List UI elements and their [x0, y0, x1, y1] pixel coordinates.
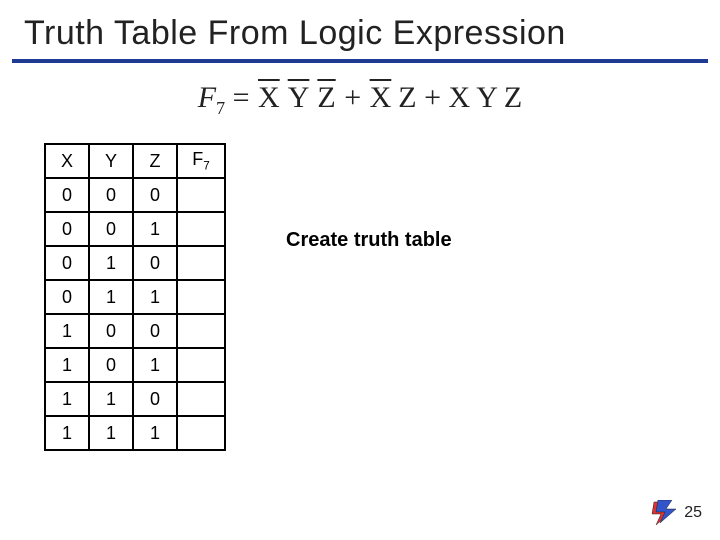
cell: 0 [89, 314, 133, 348]
table-row: 1 1 1 [45, 416, 225, 450]
page-footer: 25 [650, 500, 702, 526]
cell: 1 [45, 416, 89, 450]
eq-t1-zbar: Z [316, 81, 336, 114]
cell: 1 [45, 314, 89, 348]
truth-table: X Y Z F7 0 0 0 0 0 1 [44, 143, 226, 451]
cell: 1 [133, 348, 177, 382]
eq-lhs-sub: 7 [216, 98, 225, 118]
cell: 0 [45, 246, 89, 280]
eq-t2-z: Z [398, 81, 416, 114]
cell: 0 [45, 178, 89, 212]
table-row: 0 1 0 [45, 246, 225, 280]
col-header-f7: F7 [177, 144, 225, 178]
eq-t3-y: Y [476, 81, 498, 114]
col-header-f7-sub: 7 [203, 160, 210, 173]
table-row: 0 0 1 [45, 212, 225, 246]
eq-term-2: XZ [369, 81, 417, 115]
eq-plus-2: + [424, 81, 448, 114]
table-row: 1 0 0 [45, 314, 225, 348]
eq-t3-x: X [449, 81, 471, 114]
cell: 1 [133, 280, 177, 314]
cell: 1 [89, 416, 133, 450]
col-header-y: Y [89, 144, 133, 178]
cell [177, 280, 225, 314]
table-row: 1 0 1 [45, 348, 225, 382]
cell [177, 178, 225, 212]
cell: 0 [89, 348, 133, 382]
equation: F7 = XYZ + XZ + XYZ [24, 81, 696, 119]
cell [177, 212, 225, 246]
slide: Truth Table From Logic Expression F7 = X… [0, 0, 720, 540]
page-title: Truth Table From Logic Expression [24, 14, 696, 53]
cell: 0 [89, 212, 133, 246]
table-row: 1 1 0 [45, 382, 225, 416]
page-number: 25 [684, 504, 702, 522]
cell: 0 [133, 382, 177, 416]
table-row: 0 1 1 [45, 280, 225, 314]
table-row: 0 0 0 [45, 178, 225, 212]
eq-term-3: XYZ [449, 81, 523, 115]
cell: 0 [133, 178, 177, 212]
eq-plus-1: + [344, 81, 368, 114]
cell [177, 382, 225, 416]
equation-text: F7 = XYZ + XZ + XYZ [198, 81, 522, 119]
cell: 0 [45, 212, 89, 246]
cell: 1 [89, 382, 133, 416]
cell: 0 [89, 178, 133, 212]
cell: 1 [133, 212, 177, 246]
cell [177, 314, 225, 348]
cell [177, 348, 225, 382]
instruction-text: Create truth table [286, 229, 452, 252]
eq-term-1: XYZ [257, 81, 337, 115]
table-header-row: X Y Z F7 [45, 144, 225, 178]
cell: 1 [133, 416, 177, 450]
col-header-z: Z [133, 144, 177, 178]
cell: 1 [45, 348, 89, 382]
cell: 1 [89, 280, 133, 314]
eq-t1-ybar: Y [287, 81, 311, 114]
cell: 1 [89, 246, 133, 280]
title-divider [12, 59, 708, 63]
eq-equals: = [233, 81, 257, 114]
cell [177, 416, 225, 450]
eq-t3-z: Z [504, 81, 522, 114]
eq-t2-xbar: X [369, 81, 393, 114]
cell [177, 246, 225, 280]
col-header-x: X [45, 144, 89, 178]
cell: 1 [45, 382, 89, 416]
eq-lhs-var: F [198, 81, 216, 114]
cell: 0 [133, 314, 177, 348]
col-header-f7-var: F [192, 149, 203, 169]
cell: 0 [133, 246, 177, 280]
cell: 0 [45, 280, 89, 314]
eq-t1-xbar: X [257, 81, 281, 114]
body-row: X Y Z F7 0 0 0 0 0 1 [24, 143, 696, 451]
lightning-logo-icon [650, 500, 678, 526]
